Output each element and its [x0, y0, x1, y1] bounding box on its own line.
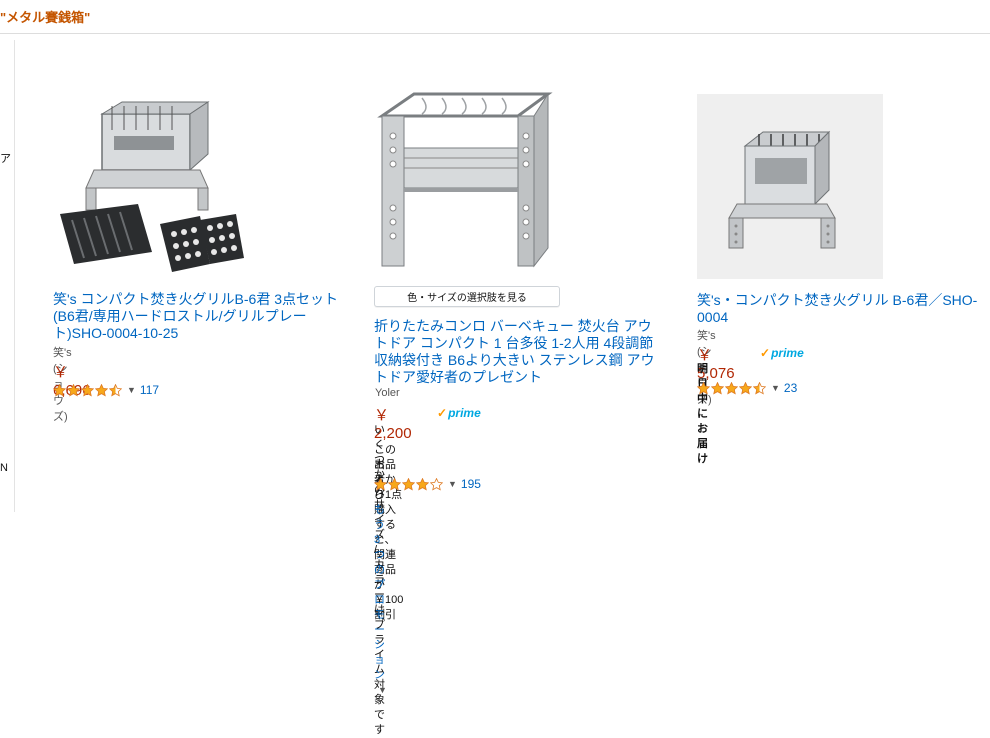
chevron-down-icon[interactable]: ▼ [127, 385, 136, 395]
star-icon [697, 381, 710, 394]
star-icon [402, 477, 415, 490]
review-count-link[interactable]: 117 [140, 383, 159, 397]
prime-badge: ✓prime [437, 406, 481, 420]
star-icon [67, 383, 80, 396]
rail-text: ア [0, 153, 11, 165]
star-icon [753, 381, 766, 394]
prime-badge: ✓prime [760, 346, 804, 360]
review-count-link[interactable]: 23 [784, 381, 797, 395]
star-icon [739, 381, 752, 394]
search-header: "メタル賽銭箱" [0, 0, 990, 34]
promotion-line: および もう3つのプロモーション ▼ [374, 458, 391, 698]
product-title-link[interactable]: 笑's コンパクト焚き火グリルB-6君 3点セット(B6君/専用ハードロストル/… [53, 291, 353, 342]
product-title-link[interactable]: 笑's・コンパクト焚き火グリル B-6君／SHO-0004 [697, 292, 982, 326]
chevron-down-icon[interactable]: ▼ [771, 383, 780, 393]
rating-row: ▼ 117 [53, 383, 159, 397]
chevron-down-icon[interactable]: ▼ [378, 685, 387, 695]
chevron-down-icon[interactable]: ▼ [448, 479, 457, 489]
product-image[interactable] [697, 94, 883, 279]
check-icon: ✓ [437, 406, 448, 420]
star-icon [388, 477, 401, 490]
review-count-link[interactable]: 195 [461, 477, 481, 491]
more-promotions-link[interactable]: もう3つのプロモーション [374, 504, 385, 681]
search-query-label: "メタル賽銭箱" [0, 10, 91, 25]
product-title-link[interactable]: 折りたたみコンロ バーベキュー 焚火台 アウトドア コンパクト 1 台多役 1-… [374, 318, 659, 386]
delivery-estimate: 明日中にお届け [697, 363, 708, 465]
star-icon [95, 383, 108, 396]
star-icon [416, 477, 429, 490]
rating-row: ▼ 195 [374, 477, 481, 491]
star-icon [711, 381, 724, 394]
star-icon [374, 477, 387, 490]
rail-text: N [0, 462, 8, 474]
star-icon [81, 383, 94, 396]
rating-row: ▼ 23 [697, 381, 797, 395]
star-rating-icon[interactable] [697, 381, 767, 395]
product-image[interactable] [50, 96, 246, 282]
star-icon [109, 383, 122, 396]
star-rating-icon[interactable] [374, 477, 444, 491]
variant-options-button[interactable]: 色・サイズの選択肢を見る [374, 286, 560, 307]
check-icon: ✓ [760, 346, 771, 360]
star-icon [53, 383, 66, 396]
product-image[interactable] [372, 88, 558, 276]
star-icon [430, 477, 443, 490]
product-brand: Yoler [375, 387, 400, 399]
star-icon [725, 381, 738, 394]
left-filter-rail: ア N [0, 40, 15, 512]
star-rating-icon[interactable] [53, 383, 123, 397]
